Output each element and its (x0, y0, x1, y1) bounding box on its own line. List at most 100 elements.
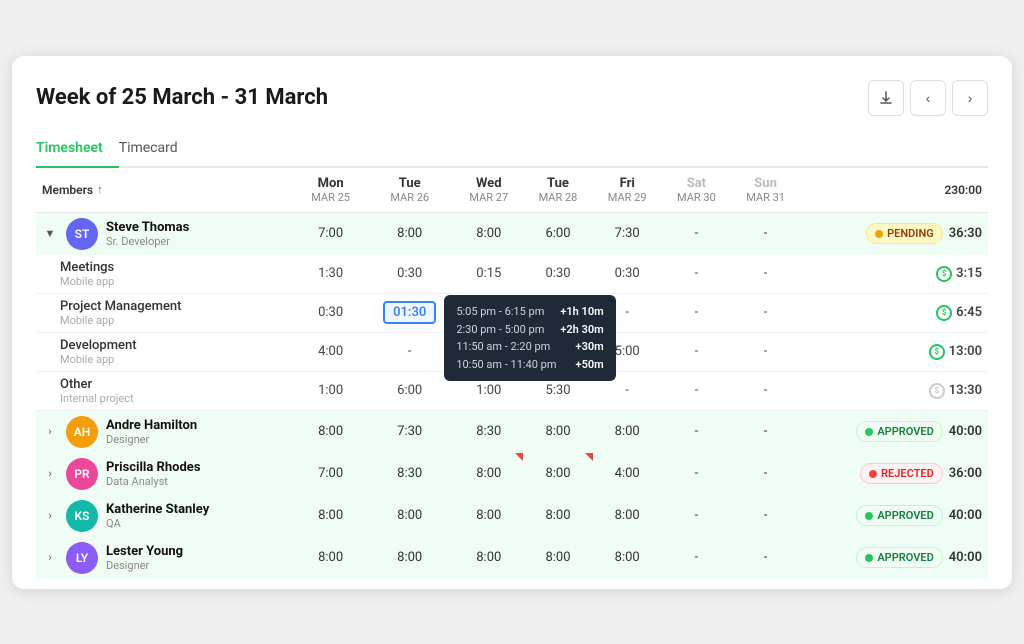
pm-selected-cell[interactable]: 01:30 (383, 301, 436, 324)
steve-total-hours: 36:30 (949, 226, 982, 241)
other-tue26: 6:00 (365, 371, 454, 410)
timesheet-table: Members ↑ Mon MAR 25 Tue MAR 26 Wed MAR … (36, 168, 988, 579)
dev-mon: 4:00 (296, 332, 365, 371)
priscilla-sat: - (662, 453, 731, 495)
sub-cell-dev: Development Mobile app (36, 332, 296, 371)
member-role-priscilla: Data Analyst (106, 475, 201, 488)
col-fri: Fri MAR 29 (593, 168, 662, 213)
priscilla-tue28: 8:00 (523, 453, 592, 495)
pm-sun: - (731, 293, 800, 332)
priscilla-mon: 7:00 (296, 453, 365, 495)
sub-row-other: Other Internal project 1:00 6:00 1:00 5:… (36, 371, 988, 410)
member-cell-lester: › LY Lester Young Designer (36, 537, 296, 579)
project-sub-pm: Mobile app (60, 314, 290, 327)
header-actions: ‹ › (868, 80, 988, 116)
pending-dot (875, 230, 883, 238)
main-card: Week of 25 March - 31 March ‹ › Timeshee… (12, 56, 1012, 589)
tab-timesheet[interactable]: Timesheet (36, 132, 119, 168)
member-role-katherine: QA (106, 517, 209, 530)
dev-tue26: - (365, 332, 454, 371)
meetings-sun: - (731, 255, 800, 294)
meetings-mon: 1:30 (296, 255, 365, 294)
red-corner-wed (515, 453, 523, 461)
dev-circle: $ (929, 344, 945, 360)
andre-wed: 8:30 (454, 410, 523, 453)
download-icon (879, 91, 893, 105)
andre-tue28: 8:00 (523, 410, 592, 453)
priscilla-fri: 4:00 (593, 453, 662, 495)
katherine-sat: - (662, 495, 731, 537)
lester-total: APPROVED 40:00 (800, 537, 988, 579)
members-header: Members ↑ (36, 168, 296, 213)
col-mon: Mon MAR 25 (296, 168, 365, 213)
member-row-katherine: › KS Katherine Stanley QA 8:00 8:00 8:00… (36, 495, 988, 537)
member-row-steve: ▼ ST Steve Thomas Sr. Developer 7:00 8:0… (36, 212, 988, 255)
lester-fri: 8:00 (593, 537, 662, 579)
pm-wed: 2:45 (454, 293, 523, 332)
avatar-priscilla: PR (66, 458, 98, 490)
member-row-lester: › LY Lester Young Designer 8:00 8:00 8:0… (36, 537, 988, 579)
status-badge-katherine: APPROVED (856, 505, 942, 526)
dev-fri: 5:00 (593, 332, 662, 371)
status-badge-steve: PENDING (866, 223, 943, 244)
member-name-steve: Steve Thomas (106, 220, 189, 235)
page-header: Week of 25 March - 31 March ‹ › (36, 80, 988, 116)
meetings-circle: $ (936, 266, 952, 282)
sub-cell-pm: Project Management Mobile app (36, 293, 296, 332)
approved-dot-katherine (865, 512, 873, 520)
meetings-wed: 0:15 (454, 255, 523, 294)
project-sub-other: Internal project (60, 392, 290, 405)
prev-button[interactable]: ‹ (910, 80, 946, 116)
lester-sat: - (662, 537, 731, 579)
project-name-dev: Development (60, 338, 290, 353)
member-name-andre: Andre Hamilton (106, 418, 197, 433)
pm-total: $ 6:45 (800, 293, 988, 332)
tab-timecard[interactable]: Timecard (119, 132, 194, 168)
avatar-andre: AH (66, 416, 98, 448)
meetings-sat: - (662, 255, 731, 294)
sub-row-dev: Development Mobile app 4:00 - 4:00 - 5:0… (36, 332, 988, 371)
sub-row-pm: Project Management Mobile app 0:30 01:30… (36, 293, 988, 332)
katherine-wed: 8:00 (454, 495, 523, 537)
andre-sun: - (731, 410, 800, 453)
member-cell-priscilla: › PR Priscilla Rhodes Data Analyst (36, 453, 296, 495)
member-name-lester: Lester Young (106, 544, 183, 559)
next-button[interactable]: › (952, 80, 988, 116)
meetings-tue26: 0:30 (365, 255, 454, 294)
katherine-sun: - (731, 495, 800, 537)
chevron-icon-katherine[interactable]: › (42, 508, 58, 524)
lester-mon: 8:00 (296, 537, 365, 579)
dev-wed: 4:00 (454, 332, 523, 371)
avatar-katherine: KS (66, 500, 98, 532)
steve-fri: 7:30 (593, 212, 662, 255)
chevron-icon-lester[interactable]: › (42, 550, 58, 566)
project-name-other: Other (60, 377, 290, 392)
red-corner-tue28 (585, 453, 593, 461)
andre-tue26: 7:30 (365, 410, 454, 453)
sort-icon: ↑ (97, 183, 103, 196)
other-tue28: 5:30 (523, 371, 592, 410)
project-sub-meetings: Mobile app (60, 275, 290, 288)
rejected-dot (869, 470, 877, 478)
chevron-icon-steve[interactable]: ▼ (42, 226, 58, 242)
andre-mon: 8:00 (296, 410, 365, 453)
member-row-andre: › AH Andre Hamilton Designer 8:00 7:30 8… (36, 410, 988, 453)
pm-fri: - (593, 293, 662, 332)
lester-total-hours: 40:00 (949, 550, 982, 565)
chevron-icon-andre[interactable]: › (42, 424, 58, 440)
steve-total: PENDING 36:30 (800, 212, 988, 255)
download-button[interactable] (868, 80, 904, 116)
chevron-icon-priscilla[interactable]: › (42, 466, 58, 482)
dev-total: $ 13:00 (800, 332, 988, 371)
other-total: $ 13:30 (800, 371, 988, 410)
priscilla-sun: - (731, 453, 800, 495)
member-role-steve: Sr. Developer (106, 235, 189, 248)
katherine-tue28: 8:00 (523, 495, 592, 537)
andre-sat: - (662, 410, 731, 453)
week-title: Week of 25 March - 31 March (36, 85, 328, 110)
member-cell-andre: › AH Andre Hamilton Designer (36, 410, 296, 453)
col-sun: Sun MAR 31 (731, 168, 800, 213)
dev-tue28: - (523, 332, 592, 371)
avatar-steve: ST (66, 218, 98, 250)
other-sun: - (731, 371, 800, 410)
